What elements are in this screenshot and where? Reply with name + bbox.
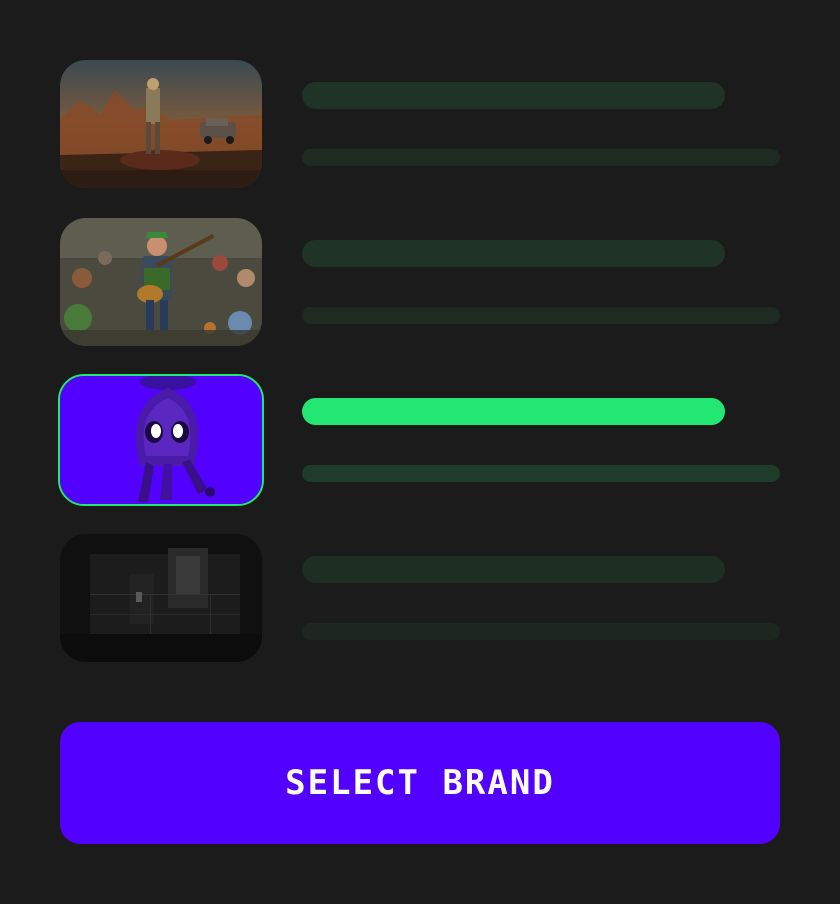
- brand-title-placeholder: [302, 240, 725, 267]
- brand-subtitle-placeholder: [302, 149, 780, 166]
- brand-option-4[interactable]: [60, 534, 780, 662]
- brand-thumbnail-dark-dungeon: [60, 534, 262, 662]
- brand-option-3-selected[interactable]: [58, 374, 780, 506]
- brand-thumbnail-guitar-hero: [60, 218, 262, 346]
- brand-title-placeholder: [302, 556, 725, 583]
- brand-option-2[interactable]: [60, 218, 780, 346]
- brand-title-placeholder: [302, 398, 725, 425]
- select-brand-label: SELECT BRAND: [285, 763, 555, 803]
- brand-option-1[interactable]: [60, 60, 780, 188]
- select-brand-button[interactable]: SELECT BRAND: [60, 722, 780, 844]
- brand-title-placeholder: [302, 82, 725, 109]
- brand-subtitle-placeholder: [302, 623, 780, 640]
- brand-subtitle-placeholder: [302, 307, 780, 324]
- brand-thumbnail-purple-squid: [58, 374, 264, 506]
- brand-subtitle-placeholder: [302, 465, 780, 482]
- brand-selector: SELECT BRAND: [0, 0, 840, 904]
- brand-thumbnail-desert-soldier: [60, 60, 262, 188]
